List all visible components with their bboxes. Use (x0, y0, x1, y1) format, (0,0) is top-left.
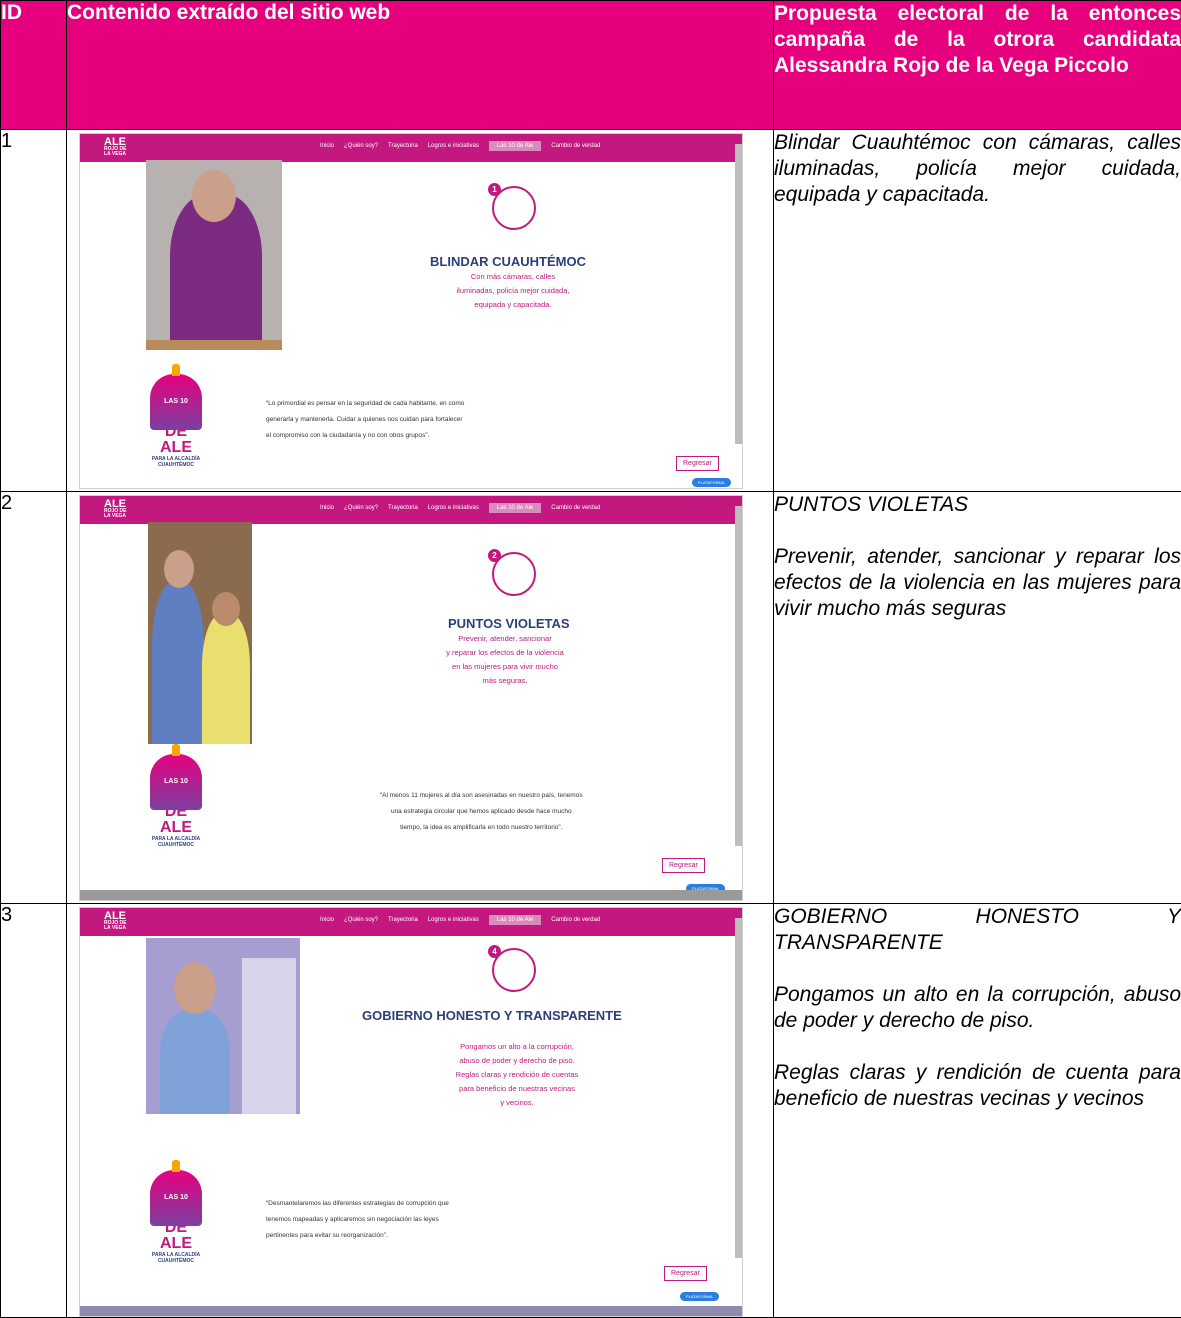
nav-logros[interactable]: Logros e iniciativas (428, 917, 479, 925)
proposal-cell: GOBIERNO HONESTO Y TRANSPARENTE Pongamos… (774, 904, 1181, 1318)
header-row: ID Contenido extraído del sitio web Prop… (1, 1, 1181, 130)
website-screenshot: ALEROJO DE LA VEGA Inicio ¿Quién soy? Tr… (79, 907, 743, 1317)
nav-las-10[interactable]: Las 10 de Ale (489, 915, 541, 925)
site-quote: “Al menos 11 mujeres al día son asesinad… (380, 788, 583, 836)
table-row: 1 ALEROJO DE LA VEGA Inicio ¿Quién soy? … (1, 130, 1181, 492)
proposal-text: Blindar Cuauhtémoc con cámaras, calles i… (774, 130, 1181, 208)
woman-icon: 2 (492, 552, 536, 596)
candidate-photo (146, 160, 282, 350)
regresar-button[interactable]: Regresar (664, 1266, 707, 1281)
nav-logros[interactable]: Logros e iniciativas (428, 505, 479, 513)
proposal-text: Prevenir, atender, sancionar y reparar l… (774, 544, 1181, 622)
regresar-button[interactable]: Regresar (662, 858, 705, 873)
website-screenshot: ALEROJO DE LA VEGA Inicio ¿Quién soy? Tr… (79, 495, 743, 901)
nav-inicio[interactable]: Inicio (320, 143, 334, 151)
header-proposal: Propuesta electoral de la entonces campa… (774, 1, 1181, 130)
nav-cambio[interactable]: Cambio de verdad (551, 143, 600, 151)
candidate-photo (146, 938, 300, 1114)
site-logo: ALEROJO DE LA VEGA (104, 138, 134, 157)
site-navbar: ALEROJO DE LA VEGA Inicio ¿Quién soy? Tr… (80, 134, 742, 162)
nav-trayectoria[interactable]: Trayectoria (388, 143, 418, 151)
platform-pill[interactable]: PLATAFORMA (680, 1292, 719, 1301)
proposals-table: ID Contenido extraído del sitio web Prop… (0, 0, 1181, 1318)
nav-inicio[interactable]: Inicio (320, 917, 334, 925)
scrollbar[interactable] (735, 918, 742, 1258)
site-section-desc: Prevenir, atender, sancionary reparar lo… (418, 632, 592, 688)
proposal-text-2: Reglas claras y rendición de cuenta para… (774, 1060, 1181, 1112)
las10-logo: LAS 10 DE ALE PARA LA ALCALDÍA CUAUHTÉMO… (150, 374, 202, 468)
header-id: ID (1, 1, 67, 130)
table-row: 3 ALEROJO DE LA VEGA Inicio ¿Quién soy? … (1, 904, 1181, 1318)
shield-icon: 1 (492, 186, 536, 230)
proposal-cell: PUNTOS VIOLETAS Prevenir, atender, sanci… (774, 492, 1181, 904)
nav-inicio[interactable]: Inicio (320, 505, 334, 513)
nav-logros[interactable]: Logros e iniciativas (428, 143, 479, 151)
screenshot-cell: ALEROJO DE LA VEGA Inicio ¿Quién soy? Tr… (67, 904, 774, 1318)
site-section-title: GOBIERNO HONESTO Y TRANSPARENTE (362, 1008, 622, 1023)
row-id: 2 (1, 492, 67, 904)
header-content: Contenido extraído del sitio web (67, 1, 774, 130)
lightbulb-icon: 4 (492, 948, 536, 992)
las10-logo: LAS 10 DE ALE PARA LA ALCALDÍA CUAUHTÉMO… (150, 754, 202, 848)
row-id: 3 (1, 904, 67, 1318)
scrollbar[interactable] (735, 506, 742, 846)
nav-trayectoria[interactable]: Trayectoria (388, 917, 418, 925)
site-logo: ALEROJO DE LA VEGA (104, 500, 134, 519)
nav-las-10[interactable]: Las 10 de Ale (489, 141, 541, 151)
site-navbar: ALEROJO DE LA VEGA Inicio ¿Quién soy? Tr… (80, 496, 742, 524)
candidate-photo (148, 522, 252, 744)
nav-quien-soy[interactable]: ¿Quién soy? (344, 917, 378, 925)
site-footer-bar (80, 890, 742, 900)
site-section-title: PUNTOS VIOLETAS (448, 616, 570, 631)
screenshot-cell: ALEROJO DE LA VEGA Inicio ¿Quién soy? Tr… (67, 492, 774, 904)
nav-quien-soy[interactable]: ¿Quién soy? (344, 505, 378, 513)
site-section-desc: Pongamos un alto a la corrupción,abuso d… (426, 1040, 608, 1110)
proposal-cell: Blindar Cuauhtémoc con cámaras, calles i… (774, 130, 1181, 492)
nav-las-10[interactable]: Las 10 de Ale (489, 503, 541, 513)
nav-trayectoria[interactable]: Trayectoria (388, 505, 418, 513)
platform-pill[interactable]: PLATAFORMA (692, 478, 731, 487)
table-row: 2 ALEROJO DE LA VEGA Inicio ¿Quién soy? … (1, 492, 1181, 904)
website-screenshot: ALEROJO DE LA VEGA Inicio ¿Quién soy? Tr… (79, 133, 743, 489)
screenshot-cell: ALEROJO DE LA VEGA Inicio ¿Quién soy? Tr… (67, 130, 774, 492)
nav-quien-soy[interactable]: ¿Quién soy? (344, 143, 378, 151)
scrollbar[interactable] (735, 144, 742, 444)
proposal-title: PUNTOS VIOLETAS (774, 492, 1181, 518)
nav-cambio[interactable]: Cambio de verdad (551, 505, 600, 513)
las10-logo: LAS 10 DE ALE PARA LA ALCALDÍA CUAUHTÉMO… (150, 1170, 202, 1264)
site-section-desc: Con más cámaras, callesiluminadas, polic… (430, 270, 596, 312)
row-id: 1 (1, 130, 67, 492)
site-footer-bar (80, 1306, 742, 1316)
nav-cambio[interactable]: Cambio de verdad (551, 917, 600, 925)
site-quote: “Lo primordial es pensar en la seguridad… (266, 396, 464, 444)
regresar-button[interactable]: Regresar (676, 456, 719, 471)
site-navbar: ALEROJO DE LA VEGA Inicio ¿Quién soy? Tr… (80, 908, 742, 936)
proposal-text: Pongamos un alto en la corrupción, abuso… (774, 982, 1181, 1034)
site-section-title: BLINDAR CUAUHTÉMOC (430, 254, 586, 269)
site-logo: ALEROJO DE LA VEGA (104, 912, 134, 931)
proposal-title: GOBIERNO HONESTO Y TRANSPARENTE (774, 904, 1181, 956)
site-quote: “Desmantelaremos las diferentes estrateg… (266, 1196, 449, 1244)
